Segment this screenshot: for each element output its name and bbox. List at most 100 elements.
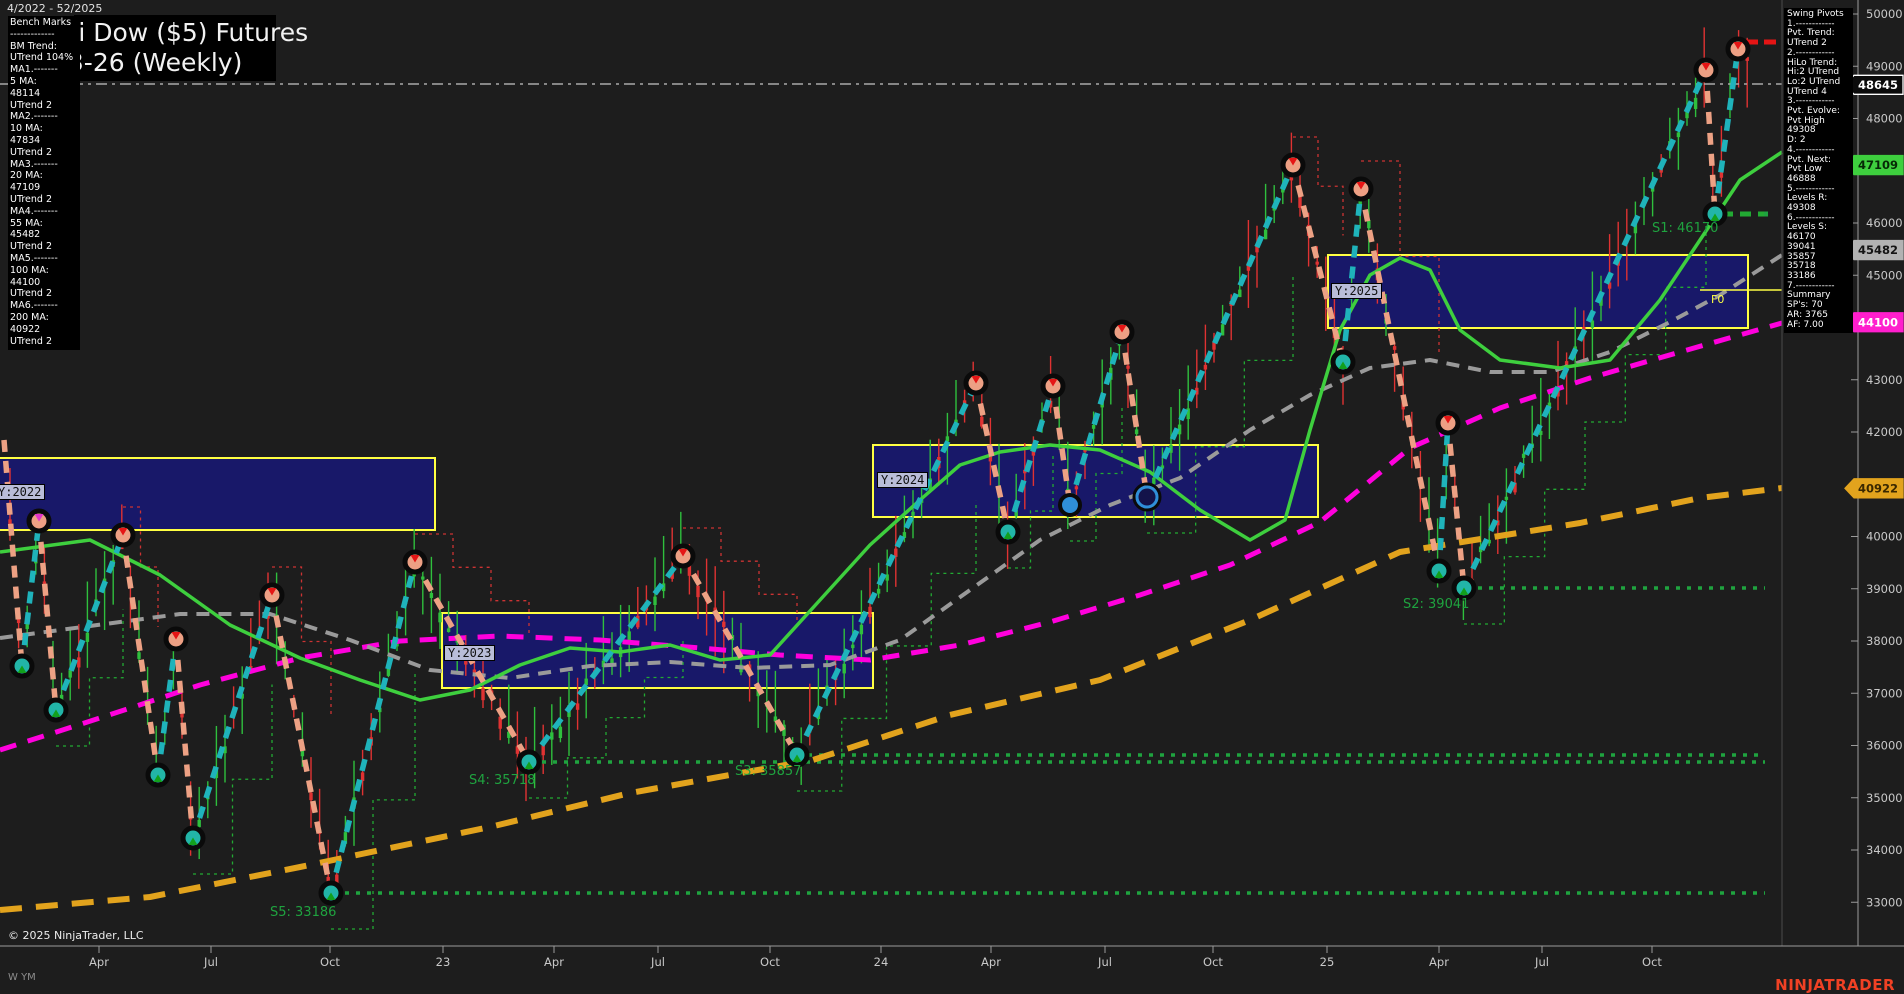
y-axis-label[interactable]: 46000 xyxy=(1866,216,1903,230)
x-axis-label[interactable]: 23 xyxy=(436,955,451,969)
price-tag-value: 40922 xyxy=(1858,481,1898,495)
bench-marks-panel: Bench Marks-------------BM Trend:UTrend … xyxy=(8,16,80,350)
x-axis-label[interactable]: Oct xyxy=(1203,955,1223,969)
candle-body xyxy=(438,613,441,623)
y-axis-label[interactable]: 35000 xyxy=(1866,791,1903,805)
bench-marks-line: 47109 xyxy=(10,182,80,194)
candle-body xyxy=(1152,478,1155,485)
swing-line-down xyxy=(1706,70,1715,214)
candle-body xyxy=(1204,365,1207,370)
moving-average-200-ma xyxy=(0,488,1782,910)
y-axis-label[interactable]: 40000 xyxy=(1866,530,1903,544)
x-axis-label[interactable]: Jul xyxy=(650,955,665,969)
y-axis-label[interactable]: 34000 xyxy=(1866,843,1903,857)
candle-body xyxy=(1393,346,1396,350)
pivot-marker-blue xyxy=(1060,495,1080,515)
bench-marks-line: MA3.------- xyxy=(10,159,80,171)
candle-body xyxy=(868,607,871,617)
candle-body xyxy=(1505,497,1508,500)
candle-body xyxy=(1238,290,1241,297)
x-axis-label[interactable]: 24 xyxy=(874,955,889,969)
bench-marks-line: 47834 xyxy=(10,135,80,147)
x-axis-label[interactable]: Jul xyxy=(1534,955,1549,969)
swing-line-up xyxy=(22,521,39,666)
x-axis-label[interactable]: Apr xyxy=(89,955,109,969)
support-level-label: S1: 46170 xyxy=(1652,221,1718,236)
support-level-label: S5: 33186 xyxy=(270,905,336,920)
bench-marks-line: 48114 xyxy=(10,88,80,100)
swing-line-down xyxy=(1361,189,1439,571)
candle-body xyxy=(481,688,484,700)
candle-body xyxy=(1677,133,1680,138)
series-label: W YM xyxy=(8,972,36,983)
x-axis-label[interactable]: Apr xyxy=(981,955,1001,969)
candle-body xyxy=(309,793,312,801)
f0-label: F0 xyxy=(1711,293,1724,306)
y-axis-label[interactable]: 39000 xyxy=(1866,582,1903,596)
y-axis-label[interactable]: 49000 xyxy=(1866,59,1903,73)
bench-marks-line: 100 MA: xyxy=(10,265,80,277)
year-box-label: Y:2022 xyxy=(0,484,45,500)
x-axis-label[interactable]: Apr xyxy=(544,955,564,969)
candle-body xyxy=(77,657,80,667)
candle-body xyxy=(198,820,201,827)
candle-body xyxy=(696,586,699,597)
swing-line-down xyxy=(1448,423,1464,588)
x-axis-label[interactable]: Oct xyxy=(320,955,340,969)
swing-line-down xyxy=(272,595,331,893)
candle-body xyxy=(877,589,880,594)
y-axis-label[interactable]: 38000 xyxy=(1866,634,1903,648)
y-axis-label[interactable]: 33000 xyxy=(1866,895,1903,909)
x-axis-label[interactable]: Oct xyxy=(1642,955,1662,969)
y-axis-label[interactable]: 43000 xyxy=(1866,373,1903,387)
x-axis-label[interactable]: Jul xyxy=(203,955,218,969)
x-axis-label[interactable]: 25 xyxy=(1320,955,1335,969)
x-axis-label[interactable]: Oct xyxy=(760,955,780,969)
candle-body xyxy=(843,664,846,674)
bench-marks-line: UTrend 2 xyxy=(10,194,80,206)
candle-body xyxy=(447,628,450,632)
candle-body xyxy=(722,622,725,627)
support-level-label: S3: 35857 xyxy=(735,764,801,779)
year-range-box xyxy=(0,458,435,530)
y-axis-label[interactable]: 36000 xyxy=(1866,739,1903,753)
x-axis-label[interactable]: Apr xyxy=(1429,955,1449,969)
bench-marks-line: 44100 xyxy=(10,277,80,289)
candle-body xyxy=(361,772,364,781)
y-axis-label[interactable]: 48000 xyxy=(1866,112,1903,126)
candle-body xyxy=(851,645,854,648)
bench-marks-line: 20 MA: xyxy=(10,170,80,182)
price-tag-value: 47109 xyxy=(1858,158,1898,172)
support-level-label: S2: 39041 xyxy=(1403,597,1469,612)
bench-marks-line: UTrend 2 xyxy=(10,336,80,348)
candle-body xyxy=(559,727,562,738)
y-axis-label[interactable]: 50000 xyxy=(1866,7,1903,21)
bench-marks-line: 55 MA: xyxy=(10,218,80,230)
year-box-label: Y:2025 xyxy=(1331,283,1382,299)
y-axis-label[interactable]: 45000 xyxy=(1866,268,1903,282)
support-level-label: S4: 35718 xyxy=(469,773,535,788)
bench-marks-line: MA4.------- xyxy=(10,206,80,218)
swing-pivots-panel: Swing Pivots1.------------Pvt. Trend:UTr… xyxy=(1784,8,1853,333)
year-box-label: Y:2023 xyxy=(444,645,495,661)
candle-body xyxy=(69,670,72,677)
candle-body xyxy=(1075,486,1078,489)
candle-body xyxy=(430,593,433,598)
y-axis-label[interactable]: 37000 xyxy=(1866,686,1903,700)
price-chart[interactable]: Apr Jul Oct 23 Apr Jul Oct 24 Apr Jul Oct 25 Apr Jul O… xyxy=(0,0,1904,994)
bench-marks-line: 45482 xyxy=(10,229,80,241)
candle-body xyxy=(1522,454,1525,458)
y-axis-label[interactable]: 42000 xyxy=(1866,425,1903,439)
candle-body xyxy=(137,652,140,659)
bench-marks-line: 200 MA: xyxy=(10,312,80,324)
candle-body xyxy=(1135,429,1138,434)
bench-marks-line: UTrend 2 xyxy=(10,100,80,112)
candle-body xyxy=(8,519,11,524)
swing-pivots-line: AF: 7.00 xyxy=(1787,321,1853,331)
x-axis-label[interactable]: Jul xyxy=(1097,955,1112,969)
price-tag-value: 48645 xyxy=(1858,78,1898,92)
bench-marks-line: ------------- xyxy=(10,29,80,41)
candle-body xyxy=(653,597,656,605)
bench-marks-line: BM Trend: xyxy=(10,41,80,53)
bench-marks-line: UTrend 2 xyxy=(10,147,80,159)
